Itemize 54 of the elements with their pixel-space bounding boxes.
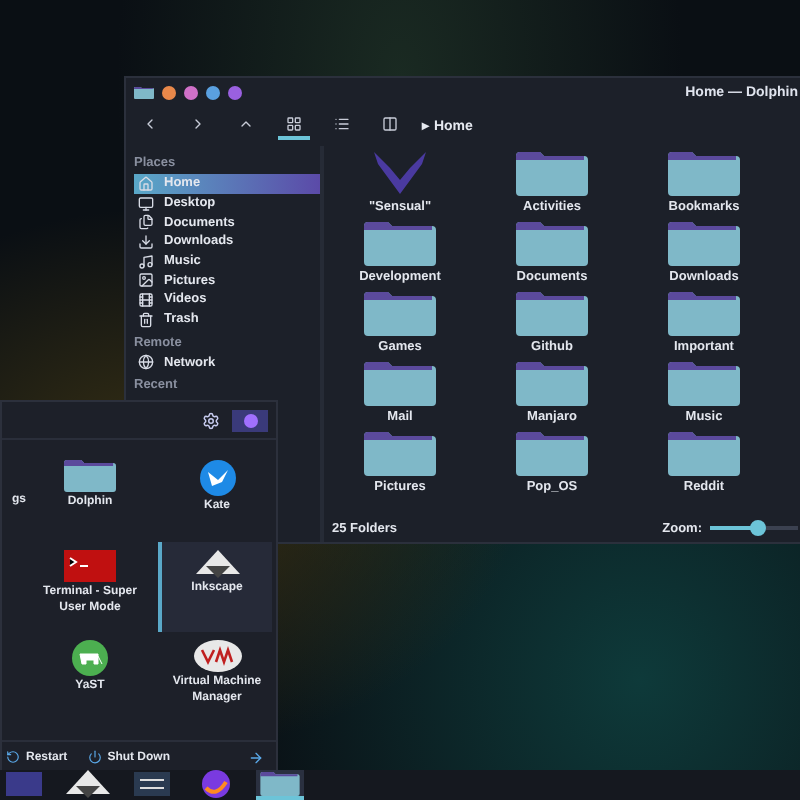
folder-icon (364, 292, 436, 336)
folder-icon (668, 362, 740, 406)
power-mode-button[interactable] (232, 409, 268, 431)
folder-icon (516, 222, 588, 266)
download-icon (138, 233, 154, 250)
folder-icon (668, 292, 740, 336)
folder-icon (668, 222, 740, 266)
globe-icon (138, 354, 154, 371)
slider-thumb[interactable] (750, 520, 767, 536)
chevron-up-icon (238, 116, 254, 132)
mountain-icon (66, 769, 110, 797)
folder-icon (64, 460, 116, 492)
window-thumbnail-icon (6, 771, 42, 795)
window-control-dot[interactable] (228, 85, 242, 99)
folder-icon (668, 432, 740, 476)
taskbar-item[interactable] (128, 770, 176, 800)
chevron-left-icon (142, 116, 158, 132)
documents-icon (138, 214, 154, 231)
image-icon (138, 272, 154, 289)
folder-icon (668, 152, 740, 196)
folder-icon (516, 292, 588, 336)
taskbar-item[interactable] (256, 770, 304, 800)
vm-logo-icon (193, 640, 241, 672)
bird-icon (199, 460, 235, 496)
columns-icon (382, 116, 398, 132)
monitor-icon (138, 195, 154, 212)
settings-icon[interactable] (202, 411, 220, 429)
folder-icon (364, 362, 436, 406)
folder-icon (134, 85, 154, 99)
terminal-icon (64, 550, 116, 582)
sliders-icon (134, 771, 170, 795)
film-icon (138, 291, 154, 308)
arrow-right-button[interactable] (248, 749, 264, 765)
list-icon (334, 116, 350, 132)
folder-icon (364, 432, 436, 476)
folder-icon (516, 152, 588, 196)
window-control-dot[interactable] (206, 85, 220, 99)
grid-icon (286, 116, 302, 132)
icon-view-button[interactable] (278, 112, 310, 140)
power-icon (87, 750, 102, 764)
chevron-right-icon (190, 116, 206, 132)
folder-icon (516, 362, 588, 406)
window-control-dot[interactable] (162, 85, 176, 99)
folder-icon (364, 222, 436, 266)
folder-icon (516, 432, 588, 476)
mountain-icon (195, 550, 239, 578)
restart-icon (6, 750, 20, 764)
arrow-right-icon (248, 749, 264, 765)
folder-icon (260, 771, 300, 795)
home-icon (138, 175, 154, 192)
window-control-dot[interactable] (184, 85, 198, 99)
taskbar-item[interactable] (64, 770, 112, 800)
music-note-icon (138, 253, 154, 270)
trash-icon (138, 311, 154, 328)
